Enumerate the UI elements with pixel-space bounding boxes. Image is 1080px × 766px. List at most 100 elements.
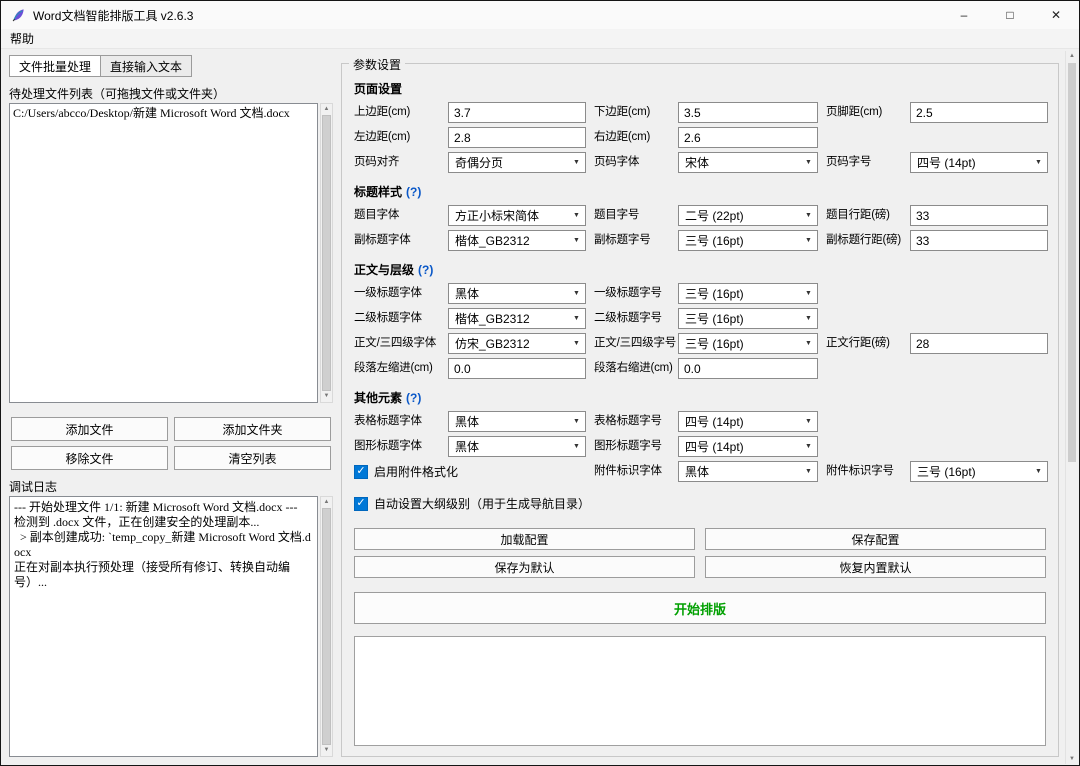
figure-title-font-select[interactable]: 黑体 ▼ bbox=[448, 436, 586, 457]
figure-title-size-select[interactable]: 四号 (14pt) ▼ bbox=[678, 436, 818, 457]
body-leading-input[interactable] bbox=[910, 333, 1048, 354]
selected-value: 四号 (14pt) bbox=[685, 440, 744, 454]
start-typeset-button[interactable]: 开始排版 bbox=[354, 592, 1046, 624]
field-label: 题目行距(磅) bbox=[826, 209, 890, 221]
chevron-down-icon: ▼ bbox=[573, 212, 580, 219]
body-levels-grid: 一级标题字体 黑体 ▼ 一级标题字号 三号 (16pt) ▼ 二级标题字体 楷体_G… bbox=[354, 283, 1048, 379]
section-title-other: 其他元素 bbox=[354, 391, 403, 405]
h1-font-select[interactable]: 黑体 ▼ bbox=[448, 283, 586, 304]
field-label: 下边距(cm) bbox=[594, 106, 651, 118]
section-title-body-levels: 正文与层级 bbox=[354, 263, 415, 277]
page-number-size-select[interactable]: 四号 (14pt) ▼ bbox=[910, 152, 1048, 173]
add-file-button[interactable]: 添加文件 bbox=[11, 417, 168, 441]
selected-value: 三号 (16pt) bbox=[685, 337, 744, 351]
field-label: 一级标题字体 bbox=[354, 287, 422, 299]
outline-level-checkbox[interactable]: ✓ 自动设置大纲级别（用于生成导航目录） bbox=[354, 495, 1046, 512]
bottom-margin-input[interactable] bbox=[678, 102, 818, 123]
top-margin-input[interactable] bbox=[448, 102, 586, 123]
tab-direct-input[interactable]: 直接输入文本 bbox=[101, 55, 193, 77]
file-list-label: 待处理文件列表（可拖拽文件或文件夹） bbox=[9, 87, 226, 101]
scroll-up-icon[interactable]: ▲ bbox=[1066, 53, 1078, 59]
maximize-button[interactable]: □ bbox=[987, 1, 1033, 29]
indent-right-input[interactable] bbox=[678, 358, 818, 379]
field-label: 页码对齐 bbox=[354, 156, 400, 168]
h2-font-select[interactable]: 楷体_GB2312 ▼ bbox=[448, 308, 586, 329]
chevron-down-icon: ▼ bbox=[573, 340, 580, 347]
h2-size-select[interactable]: 三号 (16pt) ▼ bbox=[678, 308, 818, 329]
debug-log[interactable]: --- 开始处理文件 1/1: 新建 Microsoft Word 文档.doc… bbox=[9, 496, 318, 757]
footer-margin-input[interactable] bbox=[910, 102, 1048, 123]
debug-log-scrollbar[interactable]: ▲ ▼ bbox=[320, 496, 333, 757]
save-config-button[interactable]: 保存配置 bbox=[705, 528, 1046, 550]
file-list-scrollbar[interactable]: ▲ ▼ bbox=[320, 103, 333, 403]
help-link[interactable]: (?) bbox=[406, 391, 421, 405]
debug-log-text: --- 开始处理文件 1/1: 新建 Microsoft Word 文档.doc… bbox=[14, 500, 311, 589]
main-scrollbar[interactable]: ▲ ▼ bbox=[1065, 51, 1078, 764]
left-margin-input[interactable] bbox=[448, 127, 586, 148]
scrollbar-thumb[interactable] bbox=[322, 115, 331, 391]
scroll-up-icon[interactable]: ▲ bbox=[324, 105, 330, 114]
load-config-button[interactable]: 加载配置 bbox=[354, 528, 695, 550]
subtitle-font-select[interactable]: 楷体_GB2312 ▼ bbox=[448, 230, 586, 251]
attachment-size-select[interactable]: 三号 (16pt) ▼ bbox=[910, 461, 1048, 482]
selected-value: 三号 (16pt) bbox=[685, 312, 744, 326]
selected-value: 楷体_GB2312 bbox=[455, 234, 530, 248]
chevron-down-icon: ▼ bbox=[805, 212, 812, 219]
scrollbar-thumb[interactable] bbox=[1068, 63, 1076, 463]
other-elements-grid: 表格标题字体 黑体 ▼ 表格标题字号 四号 (14pt) ▼ 图形标题字体 黑体 ▼ … bbox=[354, 411, 1048, 482]
tab-file-batch[interactable]: 文件批量处理 bbox=[9, 55, 102, 77]
h1-size-select[interactable]: 三号 (16pt) ▼ bbox=[678, 283, 818, 304]
selected-value: 方正小标宋简体 bbox=[455, 209, 540, 223]
add-folder-button[interactable]: 添加文件夹 bbox=[174, 417, 331, 441]
help-link[interactable]: (?) bbox=[418, 263, 433, 277]
save-as-default-button[interactable]: 保存为默认 bbox=[354, 556, 695, 578]
file-buttons: 添加文件 添加文件夹 移除文件 清空列表 bbox=[9, 417, 333, 470]
scroll-down-icon[interactable]: ▼ bbox=[324, 746, 330, 755]
field-label: 页码字体 bbox=[594, 156, 640, 168]
scroll-up-icon[interactable]: ▲ bbox=[324, 498, 330, 507]
field-label: 二级标题字体 bbox=[354, 312, 422, 324]
chevron-down-icon: ▼ bbox=[573, 159, 580, 166]
selected-value: 四号 (14pt) bbox=[917, 156, 976, 170]
scroll-down-icon[interactable]: ▼ bbox=[324, 392, 330, 401]
attachment-font-select[interactable]: 黑体 ▼ bbox=[678, 461, 818, 482]
body-size-select[interactable]: 三号 (16pt) ▼ bbox=[678, 333, 818, 354]
doc-title-font-select[interactable]: 方正小标宋简体 ▼ bbox=[448, 205, 586, 226]
page-number-align-select[interactable]: 奇偶分页 ▼ bbox=[448, 152, 586, 173]
scrollbar-thumb[interactable] bbox=[322, 508, 331, 745]
table-title-font-select[interactable]: 黑体 ▼ bbox=[448, 411, 586, 432]
subtitle-size-select[interactable]: 三号 (16pt) ▼ bbox=[678, 230, 818, 251]
doc-title-size-select[interactable]: 二号 (22pt) ▼ bbox=[678, 205, 818, 226]
chevron-down-icon: ▼ bbox=[1035, 159, 1042, 166]
attachment-format-checkbox[interactable]: ✓ 启用附件格式化 bbox=[354, 463, 586, 480]
config-buttons: 加载配置 保存配置 保存为默认 恢复内置默认 bbox=[354, 528, 1046, 578]
field-label: 左边距(cm) bbox=[354, 131, 411, 143]
params-frame: 页面设置 上边距(cm) 下边距(cm) 页脚距(cm) 左边距(cm) 右边距… bbox=[341, 63, 1059, 757]
section-title-page: 页面设置 bbox=[354, 82, 403, 96]
subtitle-leading-input[interactable] bbox=[910, 230, 1048, 251]
field-label: 附件标识字体 bbox=[594, 465, 662, 477]
window-controls: – □ ✕ bbox=[941, 1, 1079, 29]
restore-default-button[interactable]: 恢复内置默认 bbox=[705, 556, 1046, 578]
help-link[interactable]: (?) bbox=[406, 185, 421, 199]
title-style-grid: 题目字体 方正小标宋简体 ▼ 题目字号 二号 (22pt) ▼ 题目行距(磅) 副标… bbox=[354, 205, 1048, 251]
clear-list-button[interactable]: 清空列表 bbox=[174, 446, 331, 470]
file-list-item[interactable]: C:/Users/abcco/Desktop/新建 Microsoft Word… bbox=[13, 106, 314, 121]
menu-help[interactable]: 帮助 bbox=[1, 30, 43, 47]
body-font-select[interactable]: 仿宋_GB2312 ▼ bbox=[448, 333, 586, 354]
table-title-size-select[interactable]: 四号 (14pt) ▼ bbox=[678, 411, 818, 432]
selected-value: 黑体 bbox=[455, 287, 480, 301]
scroll-down-icon[interactable]: ▼ bbox=[1066, 756, 1078, 762]
close-button[interactable]: ✕ bbox=[1033, 1, 1079, 29]
field-label: 页脚距(cm) bbox=[826, 106, 883, 118]
page-number-font-select[interactable]: 宋体 ▼ bbox=[678, 152, 818, 173]
chevron-down-icon: ▼ bbox=[805, 290, 812, 297]
chevron-down-icon: ▼ bbox=[805, 159, 812, 166]
doc-title-leading-input[interactable] bbox=[910, 205, 1048, 226]
output-area bbox=[354, 636, 1046, 746]
indent-left-input[interactable] bbox=[448, 358, 586, 379]
file-listbox[interactable]: C:/Users/abcco/Desktop/新建 Microsoft Word… bbox=[9, 103, 318, 403]
remove-file-button[interactable]: 移除文件 bbox=[11, 446, 168, 470]
minimize-button[interactable]: – bbox=[941, 1, 987, 29]
right-margin-input[interactable] bbox=[678, 127, 818, 148]
